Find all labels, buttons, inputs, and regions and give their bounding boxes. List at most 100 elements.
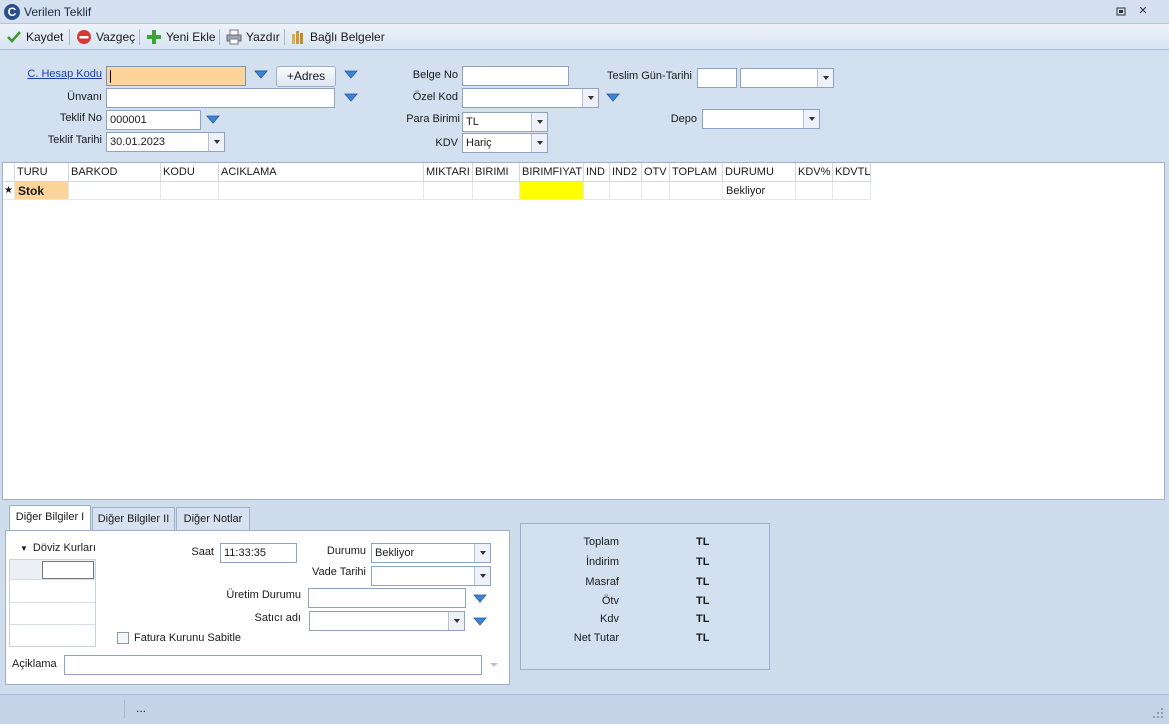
new-row-star-icon: ★ [3, 182, 15, 200]
tab-other-info-2[interactable]: Diğer Bilgiler II [92, 507, 175, 531]
note-dropdown-icon[interactable] [490, 663, 498, 667]
status-select[interactable]: Bekliyor [371, 543, 491, 563]
table-cell[interactable] [796, 182, 833, 200]
address-filter-icon[interactable] [344, 70, 358, 83]
column-header[interactable]: BARKOD [69, 163, 161, 182]
seller-filter-icon[interactable] [473, 617, 487, 630]
expense-label: Masraf [585, 576, 619, 588]
production-status-input[interactable] [308, 588, 466, 608]
chevron-down-icon[interactable] [817, 69, 833, 87]
table-cell[interactable] [219, 182, 424, 200]
fixed-rate-label: Fatura Kurunu Sabitle [134, 632, 242, 644]
delivery-label: Teslim Gün-Tarihi [607, 70, 692, 82]
table-cell[interactable] [161, 182, 219, 200]
column-header[interactable]: BIRIMFIYAT [520, 163, 584, 182]
offer-no-input[interactable]: 000001 [106, 110, 201, 130]
chevron-down-icon[interactable] [448, 612, 464, 630]
table-cell[interactable] [424, 182, 473, 200]
chevron-down-icon[interactable] [474, 544, 490, 562]
account-code-input[interactable] [106, 66, 246, 86]
offer-no-label: Teklif No [59, 112, 102, 124]
chevron-down-icon[interactable] [208, 133, 224, 151]
column-header[interactable]: TOPLAM [670, 163, 723, 182]
vat-select[interactable]: Hariç [462, 133, 548, 153]
restore-window-icon[interactable] [1114, 5, 1128, 19]
delivery-date-picker[interactable] [740, 68, 834, 88]
table-cell-unit-price[interactable] [520, 182, 584, 200]
column-header[interactable]: TURU [15, 163, 69, 182]
column-header[interactable]: KODU [161, 163, 219, 182]
printer-icon [226, 29, 242, 45]
note-input[interactable] [64, 655, 482, 675]
chevron-down-icon[interactable] [582, 89, 598, 107]
seller-select[interactable] [309, 611, 465, 631]
checkmark-icon [6, 29, 22, 45]
print-label: Yazdır [246, 30, 280, 44]
production-filter-icon[interactable] [473, 594, 487, 607]
stop-icon [76, 29, 92, 45]
currency-rate-input[interactable] [42, 561, 94, 579]
table-cell[interactable] [584, 182, 610, 200]
currency-rates-toggle[interactable]: ▼ Döviz Kurları [20, 542, 96, 554]
chevron-down-icon[interactable] [474, 567, 490, 585]
close-window-icon[interactable]: ✕ [1136, 5, 1150, 19]
depot-select[interactable] [702, 109, 820, 129]
table-cell-type[interactable]: Stok [15, 182, 69, 200]
column-header[interactable]: IND [584, 163, 610, 182]
window-title: Verilen Teklif [24, 5, 92, 19]
special-code-select[interactable] [462, 88, 599, 108]
resize-grip-icon[interactable] [1152, 707, 1164, 722]
table-cell[interactable] [69, 182, 161, 200]
tab-other-notes[interactable]: Diğer Notlar [176, 507, 250, 531]
add-address-button[interactable]: +Adres [276, 66, 336, 87]
tab-other-info-1[interactable]: Diğer Bilgiler I [9, 505, 91, 531]
table-cell[interactable] [610, 182, 642, 200]
table-cell-status[interactable]: Bekliyor [723, 182, 796, 200]
time-value: 11:33:35 [224, 547, 267, 559]
status-label: Durumu [326, 545, 366, 557]
title-input[interactable] [106, 88, 335, 108]
caret-down-icon: ▼ [20, 544, 28, 553]
items-grid[interactable]: TURU BARKOD KODU ACIKLAMA MIKTARI BIRIMI… [2, 162, 1165, 500]
print-button[interactable]: Yazdır [226, 28, 280, 46]
chevron-down-icon[interactable] [803, 110, 819, 128]
doc-no-input[interactable] [462, 66, 569, 86]
fixed-rate-checkbox[interactable] [117, 632, 129, 644]
add-new-button[interactable]: Yeni Ekle [146, 28, 216, 46]
currency-rates-grid[interactable] [9, 559, 96, 647]
net-total-label: Net Tutar [573, 632, 619, 644]
total-label: Toplam [583, 536, 619, 548]
plus-icon [146, 29, 162, 45]
special-code-filter-icon[interactable] [606, 93, 620, 106]
column-header[interactable]: IND2 [610, 163, 642, 182]
toolbar-divider [139, 29, 140, 45]
cancel-button[interactable]: Vazgeç [76, 28, 135, 46]
chevron-down-icon[interactable] [531, 134, 547, 152]
save-button[interactable]: Kaydet [6, 28, 63, 46]
due-date-picker[interactable] [371, 566, 491, 586]
attachments-button[interactable]: Bağlı Belgeler [290, 28, 385, 46]
table-cell[interactable] [833, 182, 871, 200]
column-header[interactable]: OTV [642, 163, 670, 182]
currency-select[interactable]: TL [462, 112, 548, 132]
time-input[interactable]: 11:33:35 [220, 543, 297, 563]
column-header[interactable]: ACIKLAMA [219, 163, 424, 182]
table-cell[interactable] [670, 182, 723, 200]
note-label: Açiklama [12, 658, 57, 670]
delivery-days-input[interactable] [697, 68, 737, 88]
offer-date-picker[interactable]: 30.01.2023 [106, 132, 225, 152]
column-header[interactable]: KDV% [796, 163, 833, 182]
table-cell[interactable] [642, 182, 670, 200]
column-header[interactable]: DURUMU [723, 163, 796, 182]
grid-divider [10, 602, 95, 603]
column-header[interactable]: MIKTARI [424, 163, 473, 182]
column-header[interactable]: BIRIMI [473, 163, 520, 182]
title-filter-icon[interactable] [344, 93, 358, 106]
offer-no-filter-icon[interactable] [206, 115, 220, 128]
column-header[interactable]: KDVTL [833, 163, 871, 182]
chevron-down-icon[interactable] [531, 113, 547, 131]
account-filter-icon[interactable] [254, 70, 268, 83]
account-code-link[interactable]: C. Hesap Kodu [14, 68, 102, 80]
save-label: Kaydet [26, 30, 64, 44]
table-cell[interactable] [473, 182, 520, 200]
